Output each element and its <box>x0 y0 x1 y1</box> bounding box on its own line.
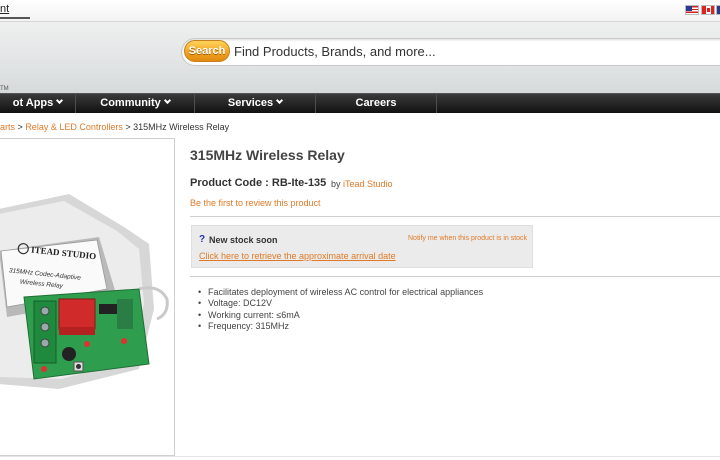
nav-item-label: ot Apps <box>12 97 54 109</box>
search-input[interactable] <box>234 40 714 62</box>
us-flag-icon[interactable] <box>685 5 699 15</box>
divider <box>190 216 720 217</box>
nav-divider <box>436 94 437 113</box>
divider <box>190 276 720 277</box>
logo-trademark: TM <box>0 86 9 92</box>
nav-item-label: Services <box>227 97 274 109</box>
feature-item: Frequency: 315MHz <box>198 321 483 333</box>
relay-board-image: ITEAD STUDIO 315MHz Codec-Adaptive Wirel… <box>0 194 169 389</box>
question-icon: ? <box>199 234 206 245</box>
nav-item-services[interactable]: Services <box>195 94 315 113</box>
review-link[interactable]: Be the first to review this product <box>190 198 321 208</box>
nav-item-community[interactable]: Community <box>76 94 194 113</box>
notify-in-stock-link[interactable]: Notify me when this product is in stock <box>408 235 527 242</box>
account-link-underline <box>0 17 30 19</box>
breadcrumb: arts > Relay & LED Controllers > 315MHz … <box>0 122 229 132</box>
feature-list: Facilitates deployment of wireless AC co… <box>198 287 483 332</box>
product-byline: by iTead Studio <box>331 179 393 189</box>
product-image[interactable]: ITEAD STUDIO 315MHz Codec-Adaptive Wirel… <box>0 138 175 456</box>
feature-item: Working current: ≤6mA <box>198 310 483 322</box>
france-flag-icon[interactable] <box>716 5 720 15</box>
nav-item-label: Careers <box>355 97 397 109</box>
account-link[interactable]: nt <box>0 3 9 15</box>
chevron-down-icon <box>276 96 284 105</box>
feature-item: Facilitates deployment of wireless AC co… <box>198 287 483 299</box>
breadcrumb-separator: > <box>17 122 23 132</box>
feature-item: Voltage: DC12V <box>198 298 483 310</box>
breadcrumb-separator: > <box>125 122 131 132</box>
product-title: 315MHz Wireless Relay <box>190 147 345 163</box>
breadcrumb-link[interactable]: arts <box>0 122 15 132</box>
canada-flag-icon[interactable] <box>701 5 715 15</box>
arrival-date-link[interactable]: Click here to retrieve the approximate a… <box>199 251 396 261</box>
search-button[interactable]: Search <box>184 40 230 62</box>
breadcrumb-current: 315MHz Wireless Relay <box>133 122 230 132</box>
stock-status-box: ? New stock soon Notify me when this pro… <box>191 225 533 268</box>
brand-link[interactable]: iTead Studio <box>343 179 393 189</box>
nav-item-careers[interactable]: Careers <box>316 94 436 113</box>
by-prefix: by <box>331 179 341 189</box>
chevron-down-icon <box>163 96 171 105</box>
stock-status-title: New stock soon <box>209 235 278 245</box>
nav-item-label: Community <box>100 97 161 109</box>
main-nav: ot Apps Community Services Careers <box>0 93 720 113</box>
chevron-down-icon <box>56 96 64 105</box>
breadcrumb-link[interactable]: Relay & LED Controllers <box>25 122 123 132</box>
nav-item-apps[interactable]: ot Apps <box>0 94 75 113</box>
page-bottom-edge <box>0 456 720 457</box>
top-utility-bar: nt <box>0 0 720 22</box>
product-code: Product Code : RB-Ite-135 <box>190 177 327 189</box>
